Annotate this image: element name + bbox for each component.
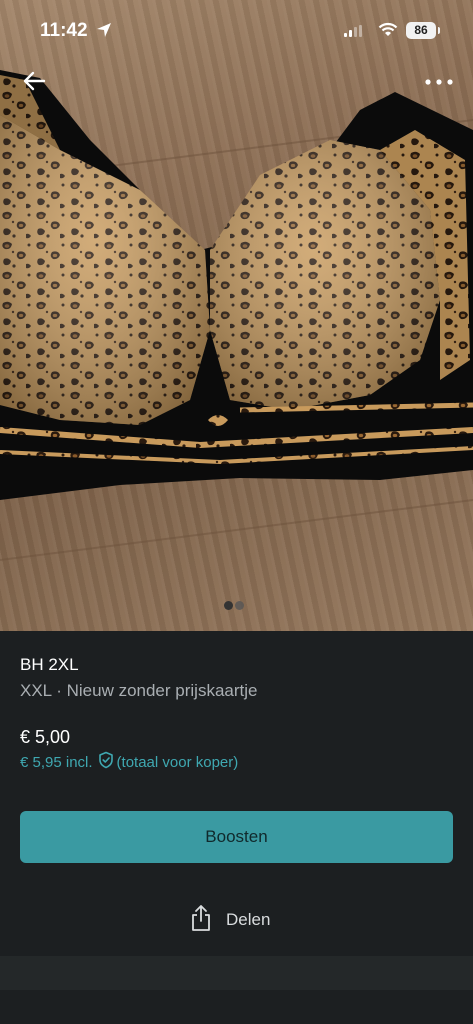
product-details: BH 2XL XXL · Nieuw zonder prijskaartje €… <box>0 631 473 956</box>
section-divider <box>0 956 473 990</box>
price-incl-note: (totaal voor koper) <box>116 753 239 771</box>
price-incl-amount: € 5,95 incl. <box>20 753 93 771</box>
more-options-icon[interactable] <box>422 72 456 92</box>
product-price: € 5,00 <box>20 727 71 747</box>
status-bar: 11:42 86 <box>0 0 473 62</box>
product-photo[interactable]: 11:42 86 <box>0 0 473 631</box>
boost-button[interactable]: Boosten <box>20 811 453 863</box>
bottom-area <box>0 990 473 1024</box>
shield-check-icon <box>97 751 115 773</box>
status-time: 11:42 <box>40 20 88 41</box>
battery-icon: 86 <box>406 22 440 39</box>
share-label: Delen <box>226 910 271 929</box>
carousel-dot <box>235 601 244 610</box>
product-title: BH 2XL <box>20 655 79 674</box>
product-subtitle: XXL · Nieuw zonder prijskaartje <box>20 681 258 700</box>
back-arrow-icon[interactable] <box>20 66 50 96</box>
share-button[interactable]: Delen <box>190 904 271 937</box>
share-icon <box>190 904 212 937</box>
carousel-indicator[interactable] <box>224 601 250 611</box>
price-incl-protection[interactable]: € 5,95 incl. (totaal voor koper) <box>20 751 238 773</box>
carousel-dot-active <box>224 601 233 610</box>
product-image-bra <box>0 70 473 561</box>
